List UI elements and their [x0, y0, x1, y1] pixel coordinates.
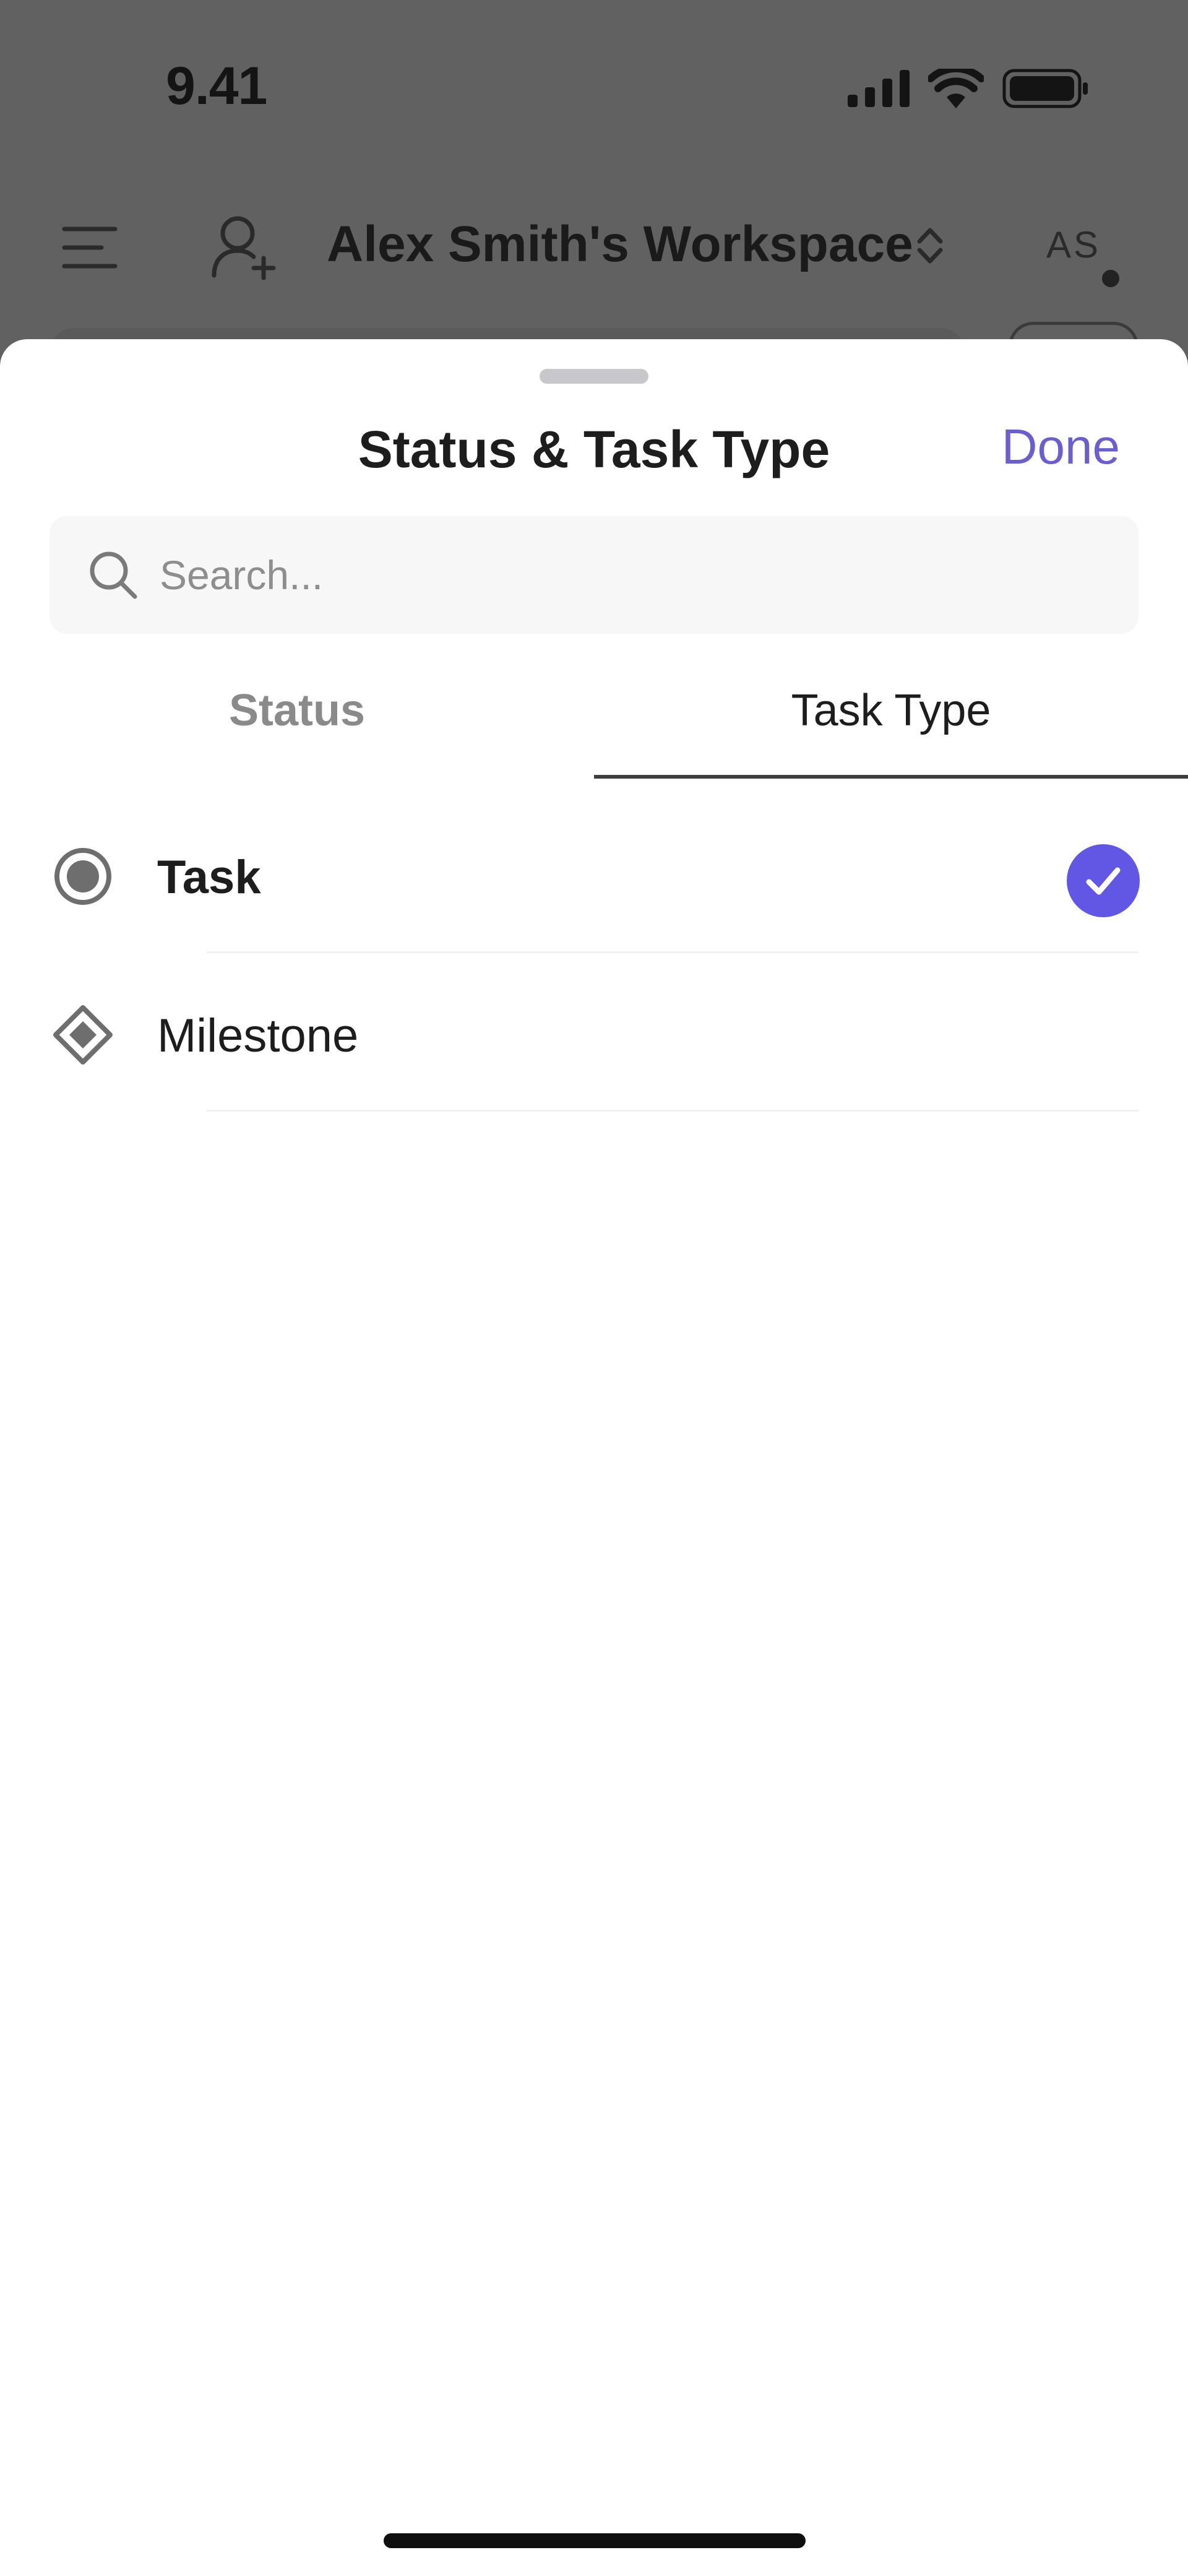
avatar-status-dot	[1098, 266, 1123, 291]
done-button[interactable]: Done	[1002, 418, 1120, 475]
wifi-icon	[928, 69, 984, 108]
radio-circle-icon	[54, 848, 111, 905]
option-row-task[interactable]: Task	[0, 795, 1188, 953]
chevron-up-down-icon[interactable]	[915, 224, 945, 267]
status-icons	[848, 67, 1089, 110]
diamond-icon	[53, 1005, 113, 1065]
tab-bar: Status Task Type	[0, 661, 1188, 779]
selected-check-icon	[1067, 844, 1140, 917]
add-person-icon[interactable]	[210, 214, 278, 282]
search-box[interactable]	[50, 516, 1138, 634]
option-label-milestone: Milestone	[157, 1009, 359, 1062]
status-task-type-sheet: Status & Task Type Done Status Task Type…	[0, 339, 1188, 2576]
option-row-milestone[interactable]: Milestone	[0, 953, 1188, 1112]
tab-task-type[interactable]: Task Type	[594, 661, 1188, 779]
sheet-grabber[interactable]	[540, 369, 648, 384]
status-time: 9.41	[166, 56, 267, 116]
battery-icon	[1002, 69, 1088, 108]
signal-icon	[848, 70, 910, 107]
status-bar: 9.41	[0, 0, 1188, 179]
search-input[interactable]	[158, 535, 1111, 615]
active-tab-indicator	[594, 775, 1188, 779]
home-indicator[interactable]	[384, 2533, 806, 2548]
row-divider	[207, 1110, 1138, 1112]
tab-status[interactable]: Status	[0, 661, 594, 779]
app-header: Alex Smith's Workspace AS	[0, 186, 1188, 309]
option-label-task: Task	[157, 851, 261, 904]
hamburger-menu-icon[interactable]	[62, 223, 118, 272]
workspace-title[interactable]: Alex Smith's Workspace	[327, 215, 913, 274]
search-icon	[90, 551, 137, 599]
